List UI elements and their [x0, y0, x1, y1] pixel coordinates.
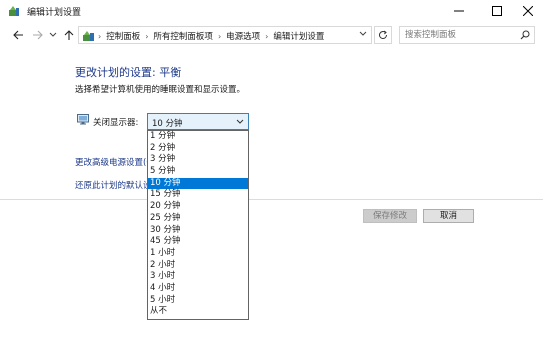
back-button[interactable] — [11, 28, 25, 42]
dropdown-option[interactable]: 从不 — [148, 306, 248, 318]
minimize-icon — [454, 10, 464, 12]
close-button[interactable] — [511, 0, 543, 22]
turn-off-display-label: 关闭显示器: — [93, 118, 139, 128]
dropdown-option[interactable]: 45 分钟 — [148, 236, 248, 248]
dropdown-option[interactable]: 1 小时 — [148, 248, 248, 260]
turn-off-display-select[interactable]: 10 分钟 — [147, 113, 249, 130]
edit-plan-settings-window: 编辑计划设置 › 控制面板 › 所有控制面板项 › 电源选项 › 编辑计划设置 … — [0, 0, 543, 347]
turn-off-display-options-list[interactable]: 1 分钟 2 分钟 3 分钟 5 分钟 10 分钟 15 分钟 20 分钟 25 分钟 30 分… — [147, 130, 249, 320]
cancel-button[interactable]: 取消 — [423, 209, 474, 223]
back-arrow-icon — [12, 30, 23, 40]
dropdown-option[interactable]: 5 分钟 — [148, 166, 248, 178]
chevron-right-icon[interactable]: › — [265, 32, 268, 41]
dropdown-option[interactable]: 1 分钟 — [148, 131, 248, 143]
dropdown-option[interactable]: 3 小时 — [148, 271, 248, 283]
advanced-power-settings-link[interactable]: 更改高级电源设置(C) — [75, 156, 147, 168]
address-bar[interactable]: › 控制面板 › 所有控制面板项 › 电源选项 › 编辑计划设置 — [78, 26, 372, 44]
window-title: 编辑计划设置 — [27, 8, 82, 18]
up-arrow-icon — [64, 29, 74, 40]
recent-locations-button[interactable] — [46, 28, 60, 42]
maximize-icon — [492, 6, 502, 16]
up-button[interactable] — [62, 28, 76, 42]
breadcrumb-edit-plan[interactable]: 编辑计划设置 — [273, 30, 324, 42]
close-icon — [523, 6, 533, 16]
chevron-down-icon — [236, 119, 244, 124]
page-title: 更改计划的设置: 平衡 — [75, 66, 182, 79]
control-panel-icon — [83, 31, 94, 41]
restore-defaults-link[interactable]: 还原此计划的默认设置(R) — [75, 179, 147, 191]
chevron-down-icon — [49, 32, 57, 37]
breadcrumb-power-options[interactable]: 电源选项 — [226, 30, 260, 42]
divider — [0, 199, 543, 200]
dropdown-option[interactable]: 2 小时 — [148, 260, 248, 272]
save-changes-button[interactable]: 保存修改 — [363, 209, 417, 223]
search-icon[interactable] — [520, 30, 530, 40]
title-bar: 编辑计划设置 — [0, 0, 543, 22]
page-subtitle: 选择希望计算机使用的睡眠设置和显示设置。 — [75, 85, 246, 95]
navigation-bar: › 控制面板 › 所有控制面板项 › 电源选项 › 编辑计划设置 — [0, 22, 543, 48]
chevron-right-icon[interactable]: › — [145, 32, 148, 41]
dropdown-option[interactable]: 20 分钟 — [148, 201, 248, 213]
refresh-icon — [379, 30, 388, 40]
select-current-value: 10 分钟 — [152, 119, 183, 129]
monitor-icon — [77, 114, 89, 125]
dropdown-option[interactable]: 3 分钟 — [148, 154, 248, 166]
forward-button[interactable] — [30, 28, 44, 42]
chevron-right-icon[interactable]: › — [218, 32, 221, 41]
dropdown-option[interactable]: 5 小时 — [148, 295, 248, 307]
search-input[interactable] — [400, 27, 521, 43]
power-options-icon — [9, 6, 19, 16]
refresh-button[interactable] — [374, 26, 392, 44]
search-box[interactable] — [399, 26, 535, 44]
maximize-button[interactable] — [480, 0, 514, 22]
chevron-down-icon[interactable] — [359, 31, 367, 37]
dropdown-option[interactable]: 10 分钟 — [148, 177, 248, 190]
minimize-button[interactable] — [442, 0, 476, 22]
dropdown-option[interactable]: 30 分钟 — [148, 225, 248, 237]
chevron-right-icon: › — [98, 31, 102, 41]
dropdown-option[interactable]: 2 分钟 — [148, 143, 248, 155]
forward-arrow-icon — [32, 30, 43, 40]
dropdown-option[interactable]: 4 小时 — [148, 283, 248, 295]
dropdown-option[interactable]: 15 分钟 — [148, 189, 248, 201]
dropdown-option[interactable]: 25 分钟 — [148, 213, 248, 225]
breadcrumb-control-panel[interactable]: 控制面板 — [106, 30, 140, 42]
breadcrumb-all-items[interactable]: 所有控制面板项 — [153, 30, 213, 42]
breadcrumb: › 控制面板 › 所有控制面板项 › 电源选项 › 编辑计划设置 — [98, 30, 324, 43]
